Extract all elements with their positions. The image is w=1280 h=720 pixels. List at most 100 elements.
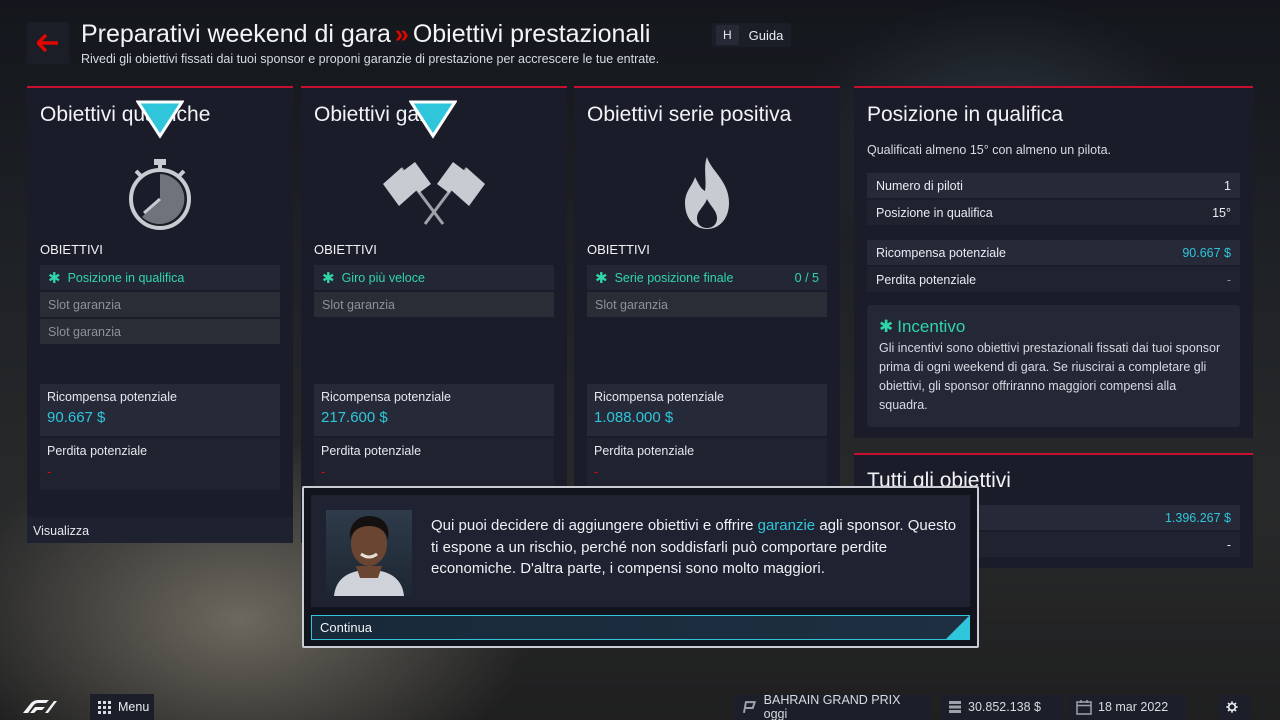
- dialog-message: Qui puoi decidere di aggiungere obiettiv…: [431, 517, 957, 577]
- flame-icon: [574, 143, 840, 243]
- reward-value: 90.667 $: [47, 409, 106, 426]
- back-button[interactable]: [27, 22, 69, 64]
- card-race-objectives[interactable]: Obiettivi gara OBIETTIVI ✱ Giro più velo…: [301, 86, 567, 543]
- potential-reward: Ricompensa potenziale 1.088.000 $: [587, 384, 827, 436]
- reward-value: 1.088.000 $: [594, 409, 674, 426]
- event-status[interactable]: BAHRAIN GRAND PRIX oggi: [734, 693, 932, 720]
- detail-loss-row: Perdita potenziale -: [867, 267, 1240, 292]
- guarantee-slot[interactable]: Slot garanzia: [40, 292, 280, 317]
- card-streak-objectives[interactable]: Obiettivi serie positiva OBIETTIVI ✱ Ser…: [574, 86, 840, 543]
- stopwatch-icon: [27, 143, 293, 243]
- detail-row-label: Posizione in qualifica: [876, 205, 993, 220]
- flag-icon: [742, 701, 757, 714]
- loss-value: -: [321, 464, 326, 479]
- objective-label: Posizione in qualifica: [67, 270, 185, 285]
- objective-detail-panel: Posizione in qualifica Qualificati almen…: [854, 86, 1253, 438]
- objectives-section-label: OBIETTIVI: [587, 242, 650, 257]
- detail-row-value: 1: [1224, 178, 1231, 193]
- money-value: 30.852.138 $: [968, 700, 1041, 714]
- grid-menu-icon: [98, 700, 111, 714]
- incentive-body: Gli incentivi sono obiettivi prestaziona…: [879, 341, 1221, 412]
- crossed-flags-icon: [301, 143, 567, 243]
- detail-row-label: Numero di piloti: [876, 178, 963, 193]
- coins-icon: [949, 701, 961, 713]
- objectives-section-label: OBIETTIVI: [40, 242, 103, 257]
- page-title: Preparativi weekend di gara» Obiettivi pr…: [81, 20, 650, 49]
- detail-row: Posizione in qualifica 15°: [867, 200, 1240, 225]
- breadcrumb-separator: »: [394, 20, 409, 48]
- help-label: Guida: [748, 27, 784, 43]
- incentive-box: ✱ Incentivo Gli incentivi sono obiettivi …: [867, 305, 1240, 427]
- all-objectives-loss-value: -: [1226, 537, 1231, 552]
- dialog-content: Qui puoi decidere di aggiungere obiettiv…: [311, 495, 970, 607]
- bottom-bar: Menu BAHRAIN GRAND PRIX oggi 30.852.138 …: [0, 693, 1280, 720]
- card-qualifying-objectives[interactable]: Obiettivi qualifiche OBIETTIVI ✱ Posizio…: [27, 86, 293, 543]
- gear-icon: [1226, 701, 1238, 713]
- menu-label: Menu: [118, 700, 150, 714]
- continue-label: Continua: [320, 620, 373, 635]
- date-value: 18 mar 2022: [1098, 700, 1169, 714]
- money-status[interactable]: 30.852.138 $: [940, 694, 1064, 720]
- loss-value: -: [594, 464, 599, 479]
- potential-loss: Perdita potenziale -: [40, 438, 280, 490]
- reward-label: Ricompensa potenziale: [47, 390, 177, 404]
- asterisk-icon: ✱: [48, 269, 61, 287]
- back-arrow-icon: [37, 34, 58, 52]
- detail-title: Posizione in qualifica: [867, 103, 1064, 126]
- menu-button[interactable]: Menu: [90, 694, 154, 720]
- detail-row-value: 15°: [1212, 205, 1231, 220]
- guarantees-link[interactable]: garanzie: [758, 517, 816, 534]
- objective-row[interactable]: ✱ Giro più veloce: [314, 265, 554, 290]
- corner-accent: [946, 616, 969, 639]
- continue-button[interactable]: Continua: [311, 615, 970, 640]
- reward-value: 217.600 $: [321, 409, 388, 426]
- calendar-icon: [1076, 699, 1092, 715]
- breadcrumb-parent[interactable]: Preparativi weekend di gara: [81, 20, 391, 48]
- loss-label: Perdita potenziale: [321, 444, 422, 458]
- asterisk-icon: ✱: [595, 269, 608, 287]
- tutorial-marker-icon: [409, 100, 457, 139]
- loss-value: -: [47, 464, 52, 479]
- detail-loss-value: -: [1226, 272, 1231, 287]
- objectives-section-label: OBIETTIVI: [314, 242, 377, 257]
- potential-loss: Perdita potenziale -: [314, 438, 554, 490]
- tutorial-marker-icon: [136, 100, 184, 139]
- objective-label: Giro più veloce: [341, 270, 425, 285]
- reward-label: Ricompensa potenziale: [321, 390, 451, 404]
- guarantee-slot[interactable]: Slot garanzia: [40, 319, 280, 344]
- asterisk-icon: ✱: [322, 269, 335, 287]
- loss-label: Perdita potenziale: [47, 444, 148, 458]
- view-button[interactable]: Visualizza: [27, 517, 293, 543]
- breadcrumb-current: Obiettivi prestazionali: [412, 20, 651, 48]
- objective-label: Serie posizione finale: [614, 270, 734, 285]
- objective-row[interactable]: ✱ Posizione in qualifica: [40, 265, 280, 290]
- help-key-hint: H: [716, 25, 739, 45]
- all-objectives-reward-value: 1.396.267 $: [1164, 510, 1231, 525]
- guarantee-slot[interactable]: Slot garanzia: [587, 292, 827, 317]
- detail-reward-value: 90.667 $: [1182, 245, 1231, 260]
- loss-label: Perdita potenziale: [594, 444, 695, 458]
- page-subtitle: Rivedi gli obiettivi fissati dai tuoi sp…: [81, 52, 660, 66]
- potential-reward: Ricompensa potenziale 90.667 $: [40, 384, 280, 436]
- date-status[interactable]: 18 mar 2022: [1068, 694, 1186, 720]
- detail-loss-label: Perdita potenziale: [876, 272, 977, 287]
- detail-description: Qualificati almeno 15° con almeno un pil…: [867, 143, 1112, 157]
- help-button[interactable]: H Guida: [712, 23, 792, 47]
- objective-row[interactable]: ✱ Serie posizione finale 0 / 5: [587, 265, 827, 290]
- event-label: BAHRAIN GRAND PRIX oggi: [763, 693, 901, 720]
- reward-label: Ricompensa potenziale: [594, 390, 724, 404]
- settings-button[interactable]: [1218, 694, 1252, 720]
- tutorial-dialog: Qui puoi decidere di aggiungere obiettiv…: [302, 486, 979, 648]
- engineer-portrait: [326, 510, 412, 596]
- detail-row: Numero di piloti 1: [867, 173, 1240, 198]
- guarantee-slot[interactable]: Slot garanzia: [314, 292, 554, 317]
- detail-reward-row: Ricompensa potenziale 90.667 $: [867, 240, 1240, 265]
- card-title: Obiettivi qualifiche: [40, 103, 211, 126]
- potential-reward: Ricompensa potenziale 217.600 $: [314, 384, 554, 436]
- f1-logo-icon: [23, 700, 57, 713]
- asterisk-icon: ✱: [879, 317, 894, 336]
- objective-progress: 0 / 5: [794, 270, 819, 285]
- incentive-title: ✱ Incentivo: [879, 317, 966, 336]
- potential-loss: Perdita potenziale -: [587, 438, 827, 490]
- card-title: Obiettivi serie positiva: [587, 103, 792, 126]
